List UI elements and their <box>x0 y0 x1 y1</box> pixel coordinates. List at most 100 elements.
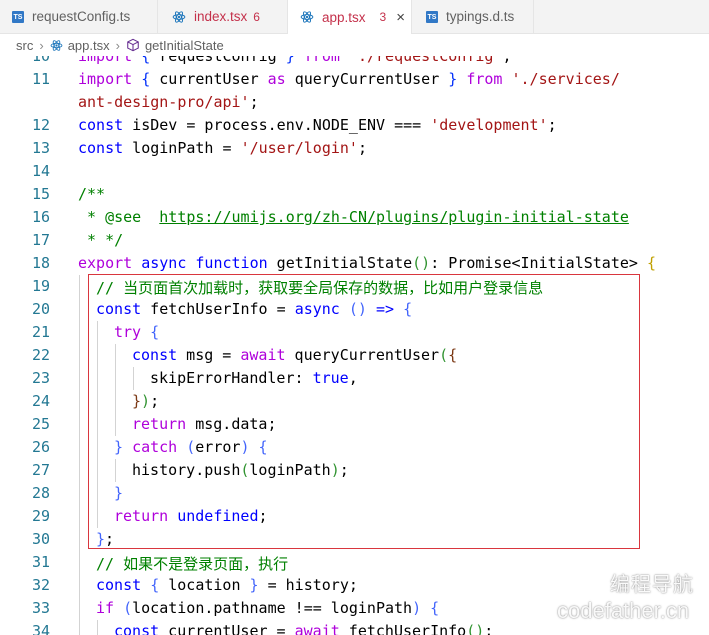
token: ( <box>123 599 133 617</box>
token: queryCurrentUser <box>285 346 440 364</box>
line-number: 30 <box>31 530 50 548</box>
code-line: 12 const isDev = process.env.NODE_ENV ==… <box>0 114 709 137</box>
tab-index-tsx[interactable]: index.tsx 6 <box>158 0 288 33</box>
code-text: const loginPath = '/user/login'; <box>78 139 367 157</box>
indent-guide <box>79 597 80 620</box>
indent-guide <box>97 620 98 635</box>
token: function <box>195 254 268 272</box>
code-text: const isDev = process.env.NODE_ENV === '… <box>78 116 557 134</box>
code-editor[interactable]: 10 import { requestConfig } from './requ… <box>0 45 709 635</box>
token: error <box>195 438 241 456</box>
indent-guide <box>97 344 98 367</box>
indent-guide <box>79 367 80 390</box>
indent-guide <box>79 574 80 597</box>
token: ; <box>105 530 115 548</box>
line-number: 15 <box>31 185 50 203</box>
code-text: const fetchUserInfo = async () => { <box>96 300 412 318</box>
react-file-icon <box>172 10 186 23</box>
code-text: const currentUser = await fetchUserInfo(… <box>114 622 493 635</box>
code-text: return msg.data; <box>132 415 277 433</box>
indent-guide <box>79 436 80 459</box>
tab-app-tsx[interactable]: app.tsx 3 × <box>288 0 412 34</box>
line-number: 14 <box>31 162 50 180</box>
token: () <box>348 300 367 318</box>
line-number: 21 <box>31 323 50 341</box>
token: async <box>294 300 340 318</box>
indent-guide <box>97 390 98 413</box>
token: { <box>258 438 268 456</box>
code-text: if (location.pathname !== loginPath) { <box>96 599 439 617</box>
line-number: 34 <box>31 622 50 635</box>
breadcrumb-file[interactable]: app.tsx <box>68 38 110 53</box>
code-line: 17 * */ <box>0 229 709 252</box>
token: '/user/login' <box>240 139 358 157</box>
line-number: 32 <box>31 576 50 594</box>
token: await <box>240 346 286 364</box>
line-number: 18 <box>31 254 50 272</box>
token: import <box>78 70 133 88</box>
code-line: 24 }); <box>0 390 709 413</box>
line-number: 26 <box>31 438 50 456</box>
token: { <box>150 323 160 341</box>
line-number: 25 <box>31 415 50 433</box>
token: } <box>96 530 106 548</box>
problem-count-badge: 3 <box>379 10 387 24</box>
code-text: try { <box>114 323 159 341</box>
token: { <box>646 254 656 272</box>
code-text: ant-design-pro/api'; <box>78 93 259 111</box>
token: : Promise<InitialState> <box>430 254 647 272</box>
indent-guide <box>97 321 98 344</box>
token: ; <box>249 93 259 111</box>
token: { <box>150 576 160 594</box>
token: ) <box>240 438 250 456</box>
indent-guide <box>115 344 116 367</box>
close-icon[interactable]: × <box>396 9 405 26</box>
token: loginPath <box>249 461 331 479</box>
code-line: 30 }; <box>0 528 709 551</box>
code-text: } <box>114 484 124 502</box>
token: from <box>466 70 503 88</box>
line-number: 12 <box>31 116 50 134</box>
tab-typings[interactable]: TS typings.d.ts <box>412 0 534 33</box>
react-file-icon <box>300 11 314 23</box>
doc-link[interactable]: https://umijs.org/zh-CN/plugins/plugin-i… <box>159 208 629 226</box>
tab-label: typings.d.ts <box>446 9 515 24</box>
token: location <box>159 576 250 594</box>
breadcrumb-folder[interactable]: src <box>16 38 33 53</box>
token: { <box>132 70 160 88</box>
breadcrumb-symbol[interactable]: getInitialState <box>145 38 224 53</box>
indent-guide <box>115 390 116 413</box>
token: } <box>132 392 142 410</box>
method-cube-icon <box>127 38 139 52</box>
typescript-file-icon: TS <box>426 10 438 23</box>
token: fetchUserInfo <box>339 622 467 635</box>
token: ) <box>330 461 340 479</box>
line-number: 29 <box>31 507 50 525</box>
code-line: 32 const { location } = history; <box>0 574 709 597</box>
chevron-right-icon: › <box>115 37 120 53</box>
code-line: 15 /** <box>0 183 709 206</box>
token: undefined <box>177 507 259 525</box>
code-text: return undefined; <box>114 507 268 525</box>
indent-guide <box>79 505 80 528</box>
indent-guide <box>97 367 98 390</box>
code-line: 18 export async function getInitialState… <box>0 252 709 275</box>
code-text: export async function getInitialState():… <box>78 254 656 272</box>
token: { <box>403 300 413 318</box>
token: queryCurrentUser <box>285 70 449 88</box>
typescript-file-icon: TS <box>12 10 24 23</box>
code-text: const { location } = history; <box>96 576 358 594</box>
line-number: 11 <box>31 70 50 88</box>
indent-guide <box>115 459 116 482</box>
token: msg = <box>177 346 241 364</box>
token: return <box>132 415 187 433</box>
code-line: 16 * @see https://umijs.org/zh-CN/plugin… <box>0 206 709 229</box>
tab-requestconfig[interactable]: TS requestConfig.ts <box>0 0 158 33</box>
token: () <box>466 622 485 635</box>
